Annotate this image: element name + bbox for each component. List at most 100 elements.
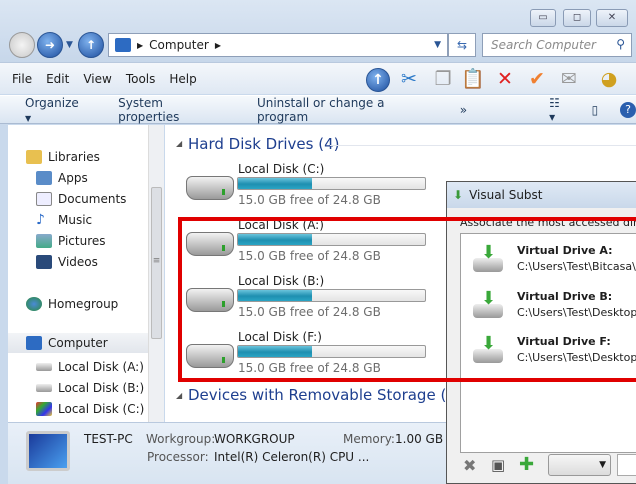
organize-button[interactable]: Organize ▼ bbox=[25, 96, 88, 124]
windows-logo-icon[interactable]: ◕ bbox=[596, 66, 622, 92]
processor-label: Processor: bbox=[147, 450, 209, 464]
nav-computer[interactable]: Computer bbox=[8, 333, 148, 353]
processor-value: Intel(R) Celeron(R) CPU ... bbox=[214, 450, 370, 464]
maximize-button[interactable]: ◻ bbox=[563, 9, 591, 27]
drive-free: 15.0 GB free of 24.8 GB bbox=[238, 193, 381, 207]
address-dropdown-icon[interactable]: ▼ bbox=[434, 40, 441, 50]
group-hard-disk-drives[interactable]: Hard Disk Drives (4) bbox=[188, 135, 339, 153]
menu-file[interactable]: File bbox=[12, 72, 32, 86]
uninstall-program-button[interactable]: Uninstall or change a program bbox=[257, 96, 438, 124]
details-pane: TEST-PC Workgroup: WORKGROUP Memory: 1.0… bbox=[8, 422, 448, 484]
nav-apps[interactable]: Apps bbox=[36, 171, 88, 185]
memory-value: 1.00 GB bbox=[395, 432, 444, 446]
nav-label: Libraries bbox=[48, 150, 100, 164]
menu-tools[interactable]: Tools bbox=[126, 72, 156, 86]
menu-edit[interactable]: Edit bbox=[46, 72, 69, 86]
nav-local-disk-b[interactable]: Local Disk (B:) bbox=[36, 381, 144, 395]
workgroup-value: WORKGROUP bbox=[214, 432, 295, 446]
search-icon: ⚲ bbox=[616, 37, 625, 51]
help-icon[interactable]: ? bbox=[620, 101, 636, 118]
up-button[interactable]: ↑ bbox=[78, 32, 104, 58]
breadcrumb-arrow-icon: ▶ bbox=[137, 40, 144, 50]
chevron-down-icon: ▼ bbox=[25, 113, 32, 123]
change-view-icon[interactable]: ☷ ▾ bbox=[549, 96, 569, 124]
search-input[interactable]: Search Computer ⚲ bbox=[482, 33, 632, 57]
workgroup-label: Workgroup: bbox=[146, 432, 216, 446]
menu-view[interactable]: View bbox=[83, 72, 111, 86]
nav-label: Documents bbox=[58, 192, 127, 206]
cut-icon[interactable]: ✂ bbox=[396, 66, 422, 92]
nav-libraries[interactable]: Libraries bbox=[26, 150, 100, 164]
nav-homegroup[interactable]: Homegroup bbox=[26, 297, 118, 311]
nav-label: Local Disk (B:) bbox=[58, 381, 145, 395]
add-icon[interactable]: ✚ bbox=[519, 454, 534, 475]
path-input[interactable] bbox=[617, 454, 636, 476]
up-toolbar-button[interactable]: ↑ bbox=[366, 68, 390, 92]
system-properties-button[interactable]: System properties bbox=[118, 96, 227, 124]
scrollbar-thumb[interactable]: ≡ bbox=[151, 187, 162, 339]
system-drive-icon bbox=[36, 402, 52, 416]
nav-label: Pictures bbox=[58, 234, 106, 248]
nav-label: Computer bbox=[48, 336, 108, 350]
usage-fill bbox=[238, 178, 312, 189]
checkmark-icon[interactable]: ✔ bbox=[524, 66, 550, 92]
back-button[interactable] bbox=[9, 32, 35, 58]
organize-label: Organize bbox=[25, 95, 79, 110]
videos-icon bbox=[36, 255, 52, 269]
menu-help[interactable]: Help bbox=[169, 72, 196, 86]
copy-icon[interactable]: ❐ bbox=[430, 66, 456, 92]
drive-icon bbox=[36, 384, 52, 392]
memory-label: Memory: bbox=[343, 432, 395, 446]
nav-videos[interactable]: Videos bbox=[36, 255, 98, 269]
more-commands-button[interactable]: » bbox=[460, 103, 467, 117]
computer-icon bbox=[26, 431, 70, 471]
forward-button[interactable]: ➜ bbox=[37, 32, 63, 58]
navigation-pane: Libraries Apps Documents ♪ Music Pictures… bbox=[8, 125, 164, 422]
address-bar[interactable]: ▶ Computer ▶ ▼ bbox=[108, 33, 448, 57]
nav-label: Music bbox=[58, 213, 93, 227]
delete-icon[interactable]: ✕ bbox=[492, 66, 518, 92]
collapse-icon[interactable]: ◢ bbox=[176, 391, 182, 400]
pc-name: TEST-PC bbox=[84, 432, 133, 446]
documents-icon bbox=[36, 192, 52, 206]
refresh-button[interactable]: ⇆ bbox=[448, 33, 476, 57]
close-button[interactable]: ✕ bbox=[596, 9, 628, 27]
highlight-box bbox=[178, 217, 636, 382]
nav-scrollbar[interactable]: ≡ bbox=[148, 125, 164, 422]
usage-bar bbox=[237, 177, 426, 190]
preview-pane-icon[interactable]: ▯ bbox=[592, 103, 599, 117]
nav-label: Local Disk (A:) bbox=[58, 360, 144, 374]
libraries-icon bbox=[26, 150, 42, 164]
drive-icon bbox=[36, 363, 52, 371]
group-divider bbox=[330, 145, 636, 146]
search-placeholder: Search Computer bbox=[491, 38, 596, 52]
nav-local-disk-a[interactable]: Local Disk (A:) bbox=[36, 360, 144, 374]
remove-icon[interactable]: ✖ bbox=[463, 456, 476, 475]
system-drive-icon bbox=[186, 176, 234, 200]
collapse-icon[interactable]: ◢ bbox=[176, 139, 182, 148]
visual-subst-title-bar: ⬇ Visual Subst bbox=[447, 182, 636, 208]
computer-icon bbox=[26, 336, 42, 350]
music-icon: ♪ bbox=[36, 212, 45, 228]
homegroup-icon bbox=[26, 297, 42, 311]
drive-letter-dropdown[interactable]: ▼ bbox=[548, 454, 611, 476]
group-removable-storage[interactable]: Devices with Removable Storage (1) bbox=[188, 386, 462, 404]
apps-icon bbox=[36, 171, 52, 185]
save-icon[interactable]: ▣ bbox=[491, 456, 505, 474]
paste-icon[interactable]: 📋 bbox=[460, 66, 486, 92]
recent-pages-dropdown[interactable]: ▼ bbox=[66, 40, 73, 50]
nav-label: Homegroup bbox=[48, 297, 119, 311]
nav-local-disk-c[interactable]: Local Disk (C:) bbox=[36, 402, 144, 416]
nav-pictures[interactable]: Pictures bbox=[36, 234, 106, 248]
pictures-icon bbox=[36, 234, 52, 248]
breadcrumb-arrow-icon: ▶ bbox=[214, 40, 221, 50]
nav-music[interactable]: ♪ Music bbox=[36, 213, 92, 227]
minimize-button[interactable]: ▭ bbox=[530, 9, 556, 27]
drive-c[interactable]: Local Disk (C:) 15.0 GB free of 24.8 GB bbox=[182, 162, 432, 214]
visual-subst-icon: ⬇ bbox=[453, 188, 464, 202]
breadcrumb-computer[interactable]: Computer bbox=[149, 38, 209, 52]
nav-label: Apps bbox=[58, 171, 88, 185]
nav-documents[interactable]: Documents bbox=[36, 192, 126, 206]
properties-icon[interactable]: ✉ bbox=[556, 66, 582, 92]
nav-label: Local Disk (C:) bbox=[58, 402, 145, 416]
